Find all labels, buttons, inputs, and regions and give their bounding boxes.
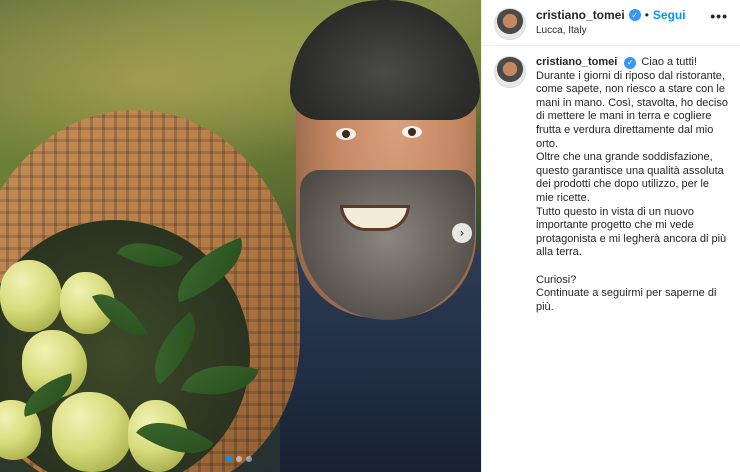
caption-username-link[interactable]: cristiano_tomei — [536, 56, 617, 70]
caption-paragraph: Continuate a seguirmi per saperne di più… — [536, 287, 717, 313]
more-options-icon[interactable]: ••• — [710, 8, 728, 24]
caption-line: Ciao a tutti! — [641, 56, 698, 68]
username-link[interactable]: cristiano_tomei — [536, 8, 625, 22]
caption-paragraph: Durante i giorni di riposo dal ristorant… — [536, 69, 728, 150]
chevron-right-icon[interactable]: › — [452, 223, 472, 243]
separator-dot: • — [644, 8, 649, 22]
caption-paragraph: Oltre che una grande soddisfazione, ques… — [536, 151, 724, 204]
avatar[interactable] — [494, 56, 526, 88]
caption-body: cristiano_tomei ✓ Ciao a tutti! Durante … — [536, 56, 728, 314]
location-link[interactable]: Lucca, Italy — [536, 25, 686, 36]
avatar[interactable] — [494, 8, 526, 40]
instagram-post: › cristiano_tomei ✓ • Segui Lucca, Italy… — [0, 0, 740, 472]
follow-button[interactable]: Segui — [653, 8, 686, 22]
carousel-dot — [236, 456, 242, 462]
carousel-indicator — [226, 456, 252, 462]
caption-paragraph: Curiosi? — [536, 273, 577, 286]
caption: cristiano_tomei ✓ Ciao a tutti! Durante … — [482, 46, 740, 324]
left-eye — [336, 128, 356, 140]
right-eye — [402, 126, 422, 138]
carousel-dot — [226, 456, 232, 462]
caption-user: cristiano_tomei ✓ — [536, 56, 637, 70]
quince-fruit — [0, 260, 62, 332]
header-user-row: cristiano_tomei ✓ • Segui — [536, 8, 686, 22]
post-photo[interactable]: › — [0, 0, 481, 472]
post-sidebar: cristiano_tomei ✓ • Segui Lucca, Italy •… — [481, 0, 740, 472]
caption-paragraph: Tutto questo in vista di un nuovo import… — [536, 205, 727, 259]
quince-fruit — [52, 392, 132, 472]
verified-badge-icon: ✓ — [628, 9, 641, 21]
verified-badge-icon: ✓ — [624, 56, 637, 69]
header-text: cristiano_tomei ✓ • Segui Lucca, Italy — [536, 8, 686, 36]
carousel-dot — [246, 456, 252, 462]
post-header: cristiano_tomei ✓ • Segui Lucca, Italy •… — [482, 0, 740, 46]
